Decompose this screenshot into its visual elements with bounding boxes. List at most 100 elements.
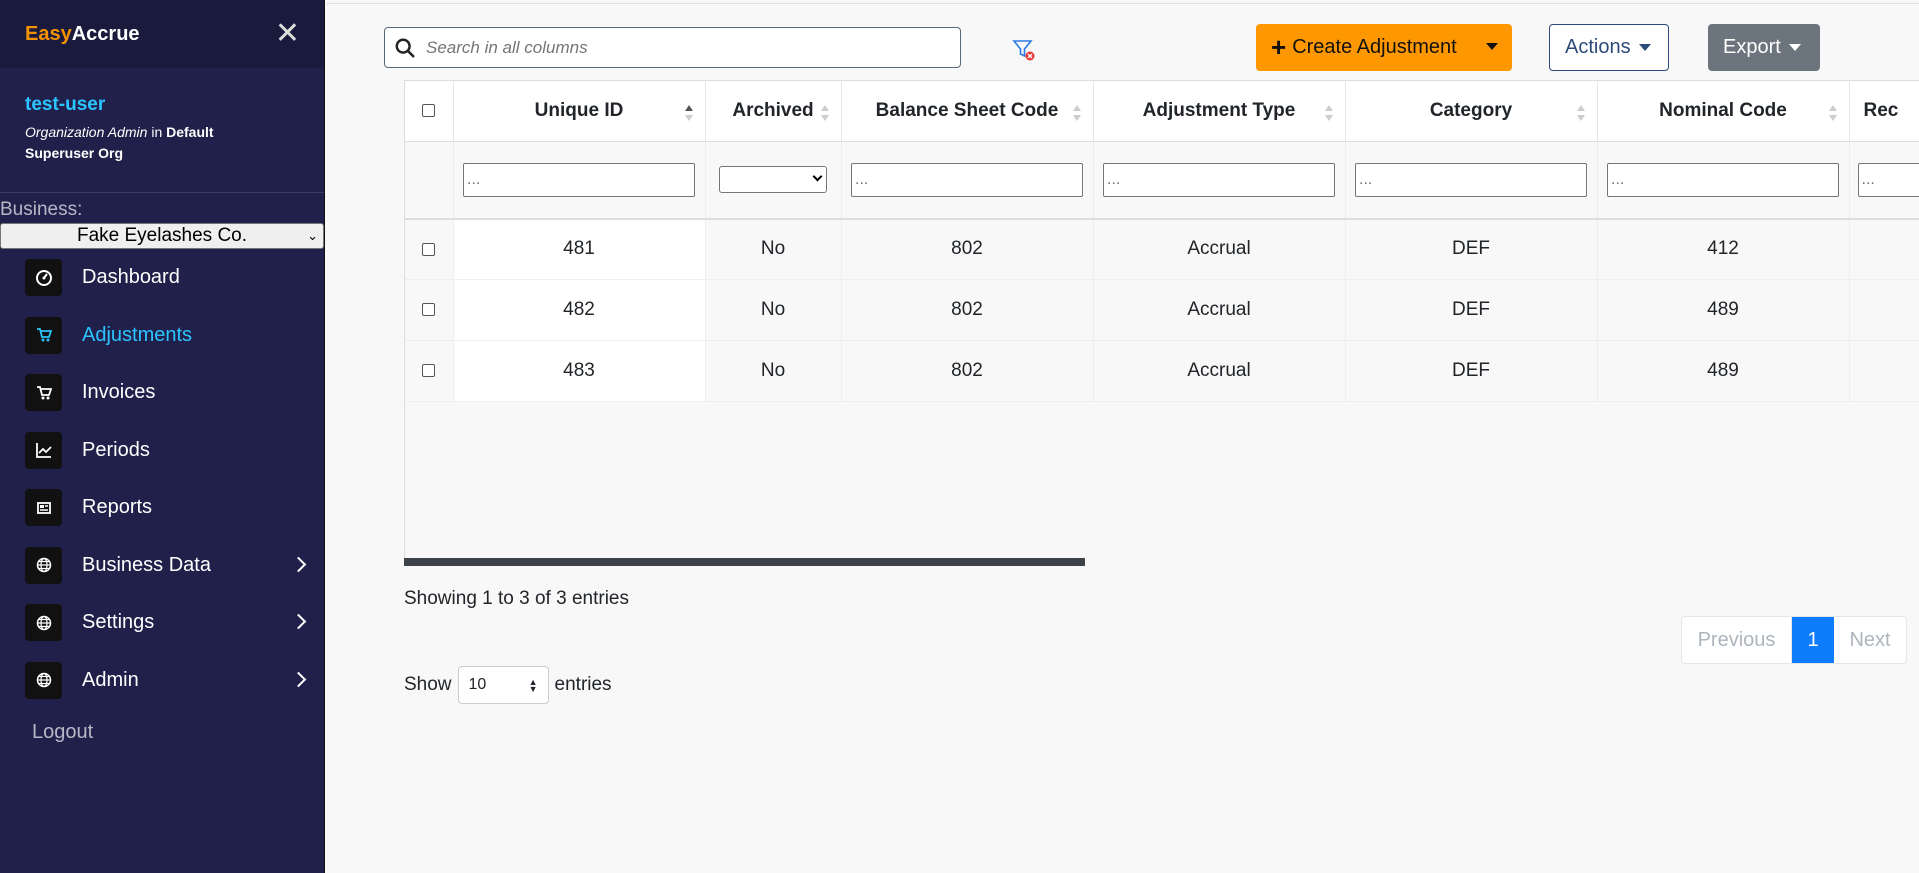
- filter-input-unique-id[interactable]: [463, 162, 695, 197]
- sort-icon: [1324, 105, 1335, 121]
- sidebar-item-adjustments[interactable]: Adjustments: [0, 307, 324, 365]
- filter-input-rec[interactable]: [1857, 162, 1919, 197]
- close-icon[interactable]: ✕: [275, 19, 300, 49]
- column-header-balance-sheet-code[interactable]: Balance Sheet Code: [841, 80, 1094, 142]
- sidebar-item-settings[interactable]: Settings: [0, 594, 324, 652]
- role-in-word: in: [151, 124, 163, 140]
- table-header-row: Unique ID Archived Balance Sheet Code Ad…: [405, 80, 1919, 142]
- sidebar-item-reports[interactable]: Reports: [0, 479, 324, 537]
- column-header-rec[interactable]: Rec: [1849, 80, 1919, 142]
- sidebar-item-admin[interactable]: Admin: [0, 652, 324, 710]
- sidebar-item-label: Adjustments: [82, 323, 193, 346]
- chevron-down-icon: [812, 171, 823, 182]
- filter-input-nominal-code[interactable]: [1607, 162, 1839, 197]
- cell-category: DEF: [1345, 218, 1598, 280]
- column-header-label: Nominal Code: [1659, 100, 1787, 121]
- clear-filter-icon[interactable]: [1012, 38, 1036, 62]
- column-header-adjustment-type[interactable]: Adjustment Type: [1093, 80, 1346, 142]
- row-select-cell: [405, 218, 454, 280]
- filter-cell: [705, 141, 842, 220]
- chevron-right-icon: [290, 556, 307, 572]
- sidebar-item-invoices[interactable]: Invoices: [0, 364, 324, 422]
- username: test-user: [25, 94, 106, 115]
- actions-button[interactable]: Actions: [1549, 24, 1669, 71]
- cell-category: DEF: [1345, 279, 1598, 341]
- cell-balance-sheet-code: 802: [841, 279, 1094, 341]
- sidebar-item-label: Business Data: [82, 553, 211, 576]
- user-org-line1: Default: [166, 124, 214, 140]
- export-button[interactable]: Export: [1708, 24, 1820, 71]
- table-filter-row: [405, 141, 1919, 220]
- page-length-value: 10: [468, 676, 487, 693]
- row-checkbox[interactable]: [422, 303, 436, 317]
- sidebar-item-dashboard[interactable]: Dashboard: [0, 249, 324, 307]
- brand-easy: Easy: [25, 22, 72, 45]
- cart-icon: [25, 316, 62, 354]
- business-select[interactable]: Fake Eyelashes Co. ⌄: [0, 223, 324, 249]
- cell-rec: [1849, 218, 1919, 280]
- cell-unique-id: 481: [453, 218, 706, 280]
- cell-rec: [1849, 279, 1919, 341]
- row-checkbox[interactable]: [422, 242, 436, 256]
- dropdown-caret-icon[interactable]: [1486, 43, 1498, 50]
- select-all-checkbox[interactable]: [422, 104, 436, 118]
- row-checkbox[interactable]: [422, 364, 436, 378]
- filter-input-balance-sheet-code[interactable]: [851, 162, 1083, 197]
- filter-input-adjustment-type[interactable]: [1103, 162, 1335, 197]
- search-input[interactable]: [426, 37, 946, 58]
- table-row[interactable]: 482 No 802 Accrual DEF 489: [405, 279, 1919, 341]
- column-header-label: Category: [1429, 100, 1513, 121]
- column-header-archived[interactable]: Archived: [705, 80, 842, 142]
- column-header-unique-id[interactable]: Unique ID: [453, 80, 706, 142]
- chevron-right-icon: [290, 613, 307, 630]
- sidebar-item-business-data[interactable]: Business Data: [0, 537, 324, 595]
- brand-logo[interactable]: EasyAccrue: [25, 23, 140, 46]
- top-divider: [326, 3, 1919, 4]
- page-length-control: Show 10 ▲ ▼ entries: [404, 666, 612, 704]
- sidebar-item-label: Reports: [82, 496, 153, 519]
- filter-select-archived[interactable]: [719, 166, 827, 194]
- updown-arrows-icon: ▲ ▼: [528, 677, 538, 694]
- horizontal-scrollbar[interactable]: [404, 558, 1085, 566]
- cell-nominal-code: 412: [1597, 218, 1850, 280]
- user-role: Organization Admin: [25, 124, 148, 140]
- cell-rec: [1849, 340, 1919, 402]
- sidebar-item-label: Dashboard: [82, 266, 180, 289]
- filter-input-category[interactable]: [1355, 162, 1587, 197]
- cell-archived: No: [705, 279, 842, 341]
- sidebar-item-periods[interactable]: Periods: [0, 422, 324, 480]
- table-row[interactable]: 481 No 802 Accrual DEF 412: [405, 218, 1919, 280]
- plus-icon: +: [1271, 32, 1287, 62]
- filter-cell: [1849, 141, 1919, 220]
- logout-link[interactable]: Logout: [0, 709, 324, 744]
- select-all-cell: [405, 80, 454, 142]
- main-content: + Create Adjustment Actions Export Uniqu…: [326, 0, 1919, 873]
- sidebar-item-label: Invoices: [82, 381, 156, 404]
- sort-icon: [1828, 105, 1839, 121]
- caret-down-icon: [1788, 44, 1801, 51]
- filter-cell: [841, 141, 1094, 220]
- page-length-select[interactable]: 10 ▲ ▼: [457, 666, 549, 704]
- sidebar-item-label: Periods: [82, 438, 150, 461]
- dashboard-icon: [25, 259, 62, 297]
- cell-nominal-code: 489: [1597, 340, 1850, 402]
- cell-adjustment-type: Accrual: [1093, 218, 1346, 280]
- cell-archived: No: [705, 218, 842, 280]
- search-box[interactable]: [384, 27, 961, 68]
- user-role-line: Organization Admin in Default Superuser …: [25, 122, 299, 164]
- table-row[interactable]: 483 No 802 Accrual DEF 489: [405, 340, 1919, 402]
- column-header-nominal-code[interactable]: Nominal Code: [1597, 80, 1850, 142]
- adjustments-table: Unique ID Archived Balance Sheet Code Ad…: [405, 80, 1919, 402]
- pagination-page-1[interactable]: 1: [1792, 617, 1834, 663]
- column-header-category[interactable]: Category: [1345, 80, 1598, 142]
- sidebar: EasyAccrue ✕ test-user Organization Admi…: [0, 0, 325, 873]
- pagination-next[interactable]: Next: [1834, 617, 1906, 663]
- adjustments-table-container: Unique ID Archived Balance Sheet Code Ad…: [404, 80, 1919, 565]
- pagination-previous[interactable]: Previous: [1682, 617, 1792, 663]
- cell-nominal-code: 489: [1597, 279, 1850, 341]
- sidebar-item-label: Admin: [82, 668, 139, 691]
- business-selected: Fake Eyelashes Co.: [76, 225, 248, 246]
- sidebar-nav: Dashboard Adjustments Invoices Periods R…: [0, 249, 324, 709]
- create-adjustment-button[interactable]: + Create Adjustment: [1256, 24, 1512, 71]
- filter-cell: [1597, 141, 1850, 220]
